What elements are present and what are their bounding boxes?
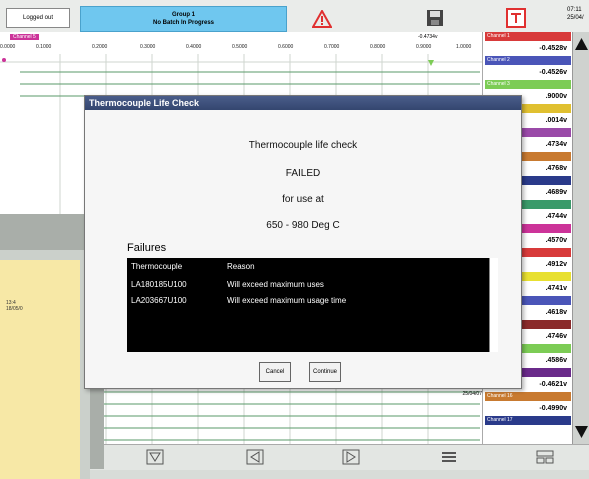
alarm-warning-icon[interactable] (312, 10, 332, 28)
channel-name: Channel 17 (485, 416, 571, 425)
failure-reason[interactable]: Will exceed maximum uses (227, 280, 324, 289)
channel-scrollbar[interactable] (572, 32, 589, 444)
continue-button[interactable]: Continue (309, 362, 341, 382)
device-screen (0, 250, 90, 479)
nav-right-icon[interactable] (342, 449, 360, 465)
channel-value: -0.4526v (539, 69, 567, 76)
channel-name: Channel 2 (485, 56, 571, 65)
device-timestamp: 13:4 18/05/0 (6, 300, 23, 312)
temperature-range: 650 - 980 Deg C (266, 220, 340, 231)
for-use-text: for use at (282, 194, 324, 205)
batch-status: No Batch In Progress (152, 20, 214, 26)
thermocouple-dialog: Thermocouple Life Check Thermocouple lif… (84, 95, 522, 389)
scale-header: Channel 5 -0.4734v 0.0000 0.1000 0.2000 … (0, 32, 482, 54)
scale-readout: -0.4734v (418, 34, 438, 40)
layout-icon[interactable] (536, 449, 554, 465)
scroll-up-arrow-icon[interactable] (574, 36, 589, 52)
scale-tick: 0.2000 (92, 44, 108, 50)
nav-down-icon[interactable] (146, 449, 164, 465)
channel-item[interactable]: Channel 1 -0.4528v (485, 32, 571, 58)
result-status: FAILED (285, 168, 321, 179)
channel-value: -0.4528v (539, 45, 567, 52)
scale-channel-label[interactable]: Channel 5 (10, 34, 39, 40)
failure-thermocouple[interactable]: LA180185U100 (131, 280, 187, 289)
column-header-thermocouple: Thermocouple (131, 262, 183, 271)
failures-list[interactable]: Thermocouple Reason LA180185U100 Will ex… (127, 258, 497, 352)
scale-tick: 0.6000 (278, 44, 294, 50)
failures-scrollbar[interactable] (489, 258, 498, 352)
channel-item[interactable]: Channel 16 -0.4990v (485, 392, 571, 418)
scale-tick: 0.1000 (36, 44, 52, 50)
failure-reason[interactable]: Will exceed maximum usage time (227, 296, 346, 305)
channel-item[interactable]: Channel 2 -0.4526v (485, 56, 571, 82)
dialog-title: Thermocouple Life Check (85, 96, 521, 110)
clock-time: 07:11 (567, 7, 582, 13)
channel-name: Channel 1 (485, 32, 571, 41)
trend-alert-icon[interactable] (506, 8, 526, 28)
scale-tick: 0.4000 (186, 44, 202, 50)
clock: 07:11 25/04/ (567, 6, 589, 26)
scale-tick: 0.3000 (140, 44, 156, 50)
cancel-button[interactable]: Cancel (259, 362, 291, 382)
group-selector[interactable]: Group 1 No Batch In Progress (80, 6, 287, 32)
scale-tick: 0.5000 (232, 44, 248, 50)
scale-tick: 0.8000 (370, 44, 386, 50)
login-button[interactable]: Logged out (6, 8, 70, 28)
channel-value: -0.4990v (539, 405, 567, 412)
dialog-heading: Thermocouple life check (248, 140, 358, 151)
failures-label: Failures (127, 242, 167, 254)
scroll-down-arrow-icon[interactable] (574, 424, 589, 440)
nav-left-icon[interactable] (246, 449, 264, 465)
menu-icon[interactable] (440, 449, 458, 465)
channel-name: Channel 3 (485, 80, 571, 89)
channel-item[interactable]: Channel 17 (485, 416, 571, 442)
scale-tick: 0.0000 (0, 44, 16, 50)
save-disk-icon[interactable] (425, 8, 445, 28)
failure-thermocouple[interactable]: LA203667U100 (131, 296, 187, 305)
chart-date: 25/04/07 (462, 391, 482, 397)
device-date: 18/05/0 (6, 306, 23, 312)
scale-tick: 0.9000 (416, 44, 432, 50)
scale-tick: 1.0000 (456, 44, 472, 50)
scale-tick: 0.7000 (324, 44, 340, 50)
column-header-reason: Reason (227, 262, 255, 271)
group-title: Group 1 (171, 12, 195, 18)
channel-name: Channel 16 (485, 392, 571, 401)
status-bar: Logged out Group 1 No Batch In Progress … (0, 0, 589, 33)
clock-date: 25/04/ (567, 15, 584, 21)
